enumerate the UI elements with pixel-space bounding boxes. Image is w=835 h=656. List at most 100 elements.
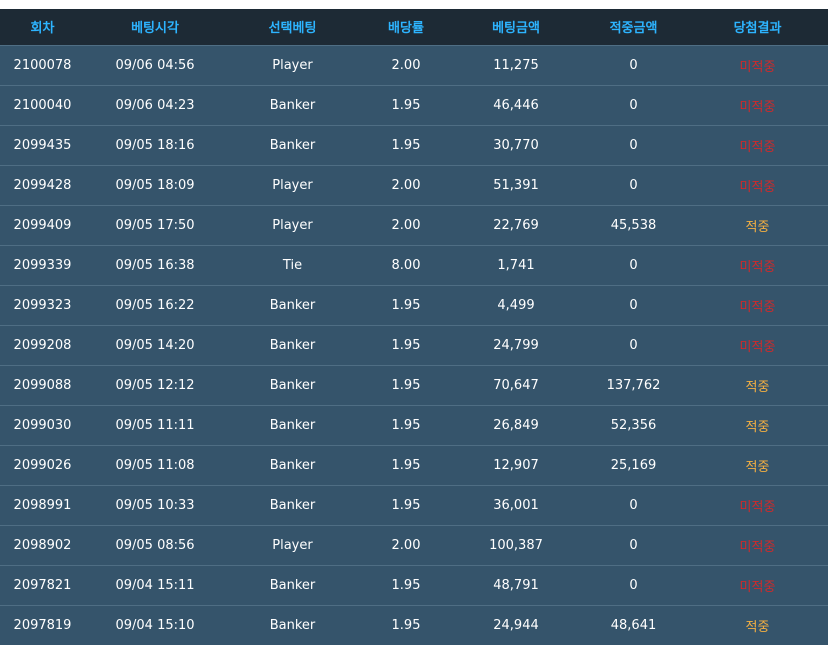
cell-bet-time: 09/05 11:08 (115, 457, 195, 473)
cell-bet-amount: 70,647 (493, 377, 539, 393)
cell-odds: 2.00 (391, 537, 421, 553)
cell-round: 2097821 (13, 577, 72, 593)
cell-result: 미적중 (739, 179, 776, 195)
table-row: 2098991 09/05 10:33 Banker 1.95 36,001 0 미적중 (0, 485, 828, 525)
cell-odds: 1.95 (391, 97, 421, 113)
cell-bet-time: 09/06 04:56 (115, 57, 195, 73)
cell-odds: 1.95 (391, 137, 421, 153)
table-row: 2099030 09/05 11:11 Banker 1.95 26,849 52,356… (0, 405, 828, 445)
cell-bet-time: 09/05 18:16 (115, 137, 195, 153)
cell-win-amount: 52,356 (610, 417, 657, 433)
cell-result: 미적중 (739, 59, 776, 75)
cell-round: 2099428 (13, 177, 72, 193)
cell-result: 적중 (745, 379, 770, 395)
cell-odds: 1.95 (391, 457, 421, 473)
cell-bet-time: 09/05 16:22 (115, 297, 195, 313)
table-row: 2100078 09/06 04:56 Player 2.00 11,275 0 미적중 (0, 45, 828, 85)
cell-round: 2099409 (13, 217, 72, 233)
cell-round: 2098902 (13, 537, 72, 553)
cell-bet-amount: 22,769 (493, 217, 539, 233)
cell-bet-amount: 36,001 (493, 497, 539, 513)
cell-selected-bet: Banker (269, 377, 316, 393)
table-body: 2100078 09/06 04:56 Player 2.00 11,275 0 미적중 21… (0, 45, 828, 645)
table-row: 2097821 09/04 15:11 Banker 1.95 48,791 0 미적중 (0, 565, 828, 605)
cell-selected-bet: Player (272, 57, 313, 73)
cell-result: 적중 (745, 219, 770, 235)
cell-win-amount: 45,538 (610, 217, 657, 233)
cell-win-amount: 0 (629, 577, 638, 593)
cell-odds: 1.95 (391, 417, 421, 433)
cell-selected-bet: Banker (269, 137, 316, 153)
cell-bet-time: 09/05 16:38 (115, 257, 195, 273)
cell-selected-bet: Player (272, 177, 313, 193)
cell-win-amount: 0 (629, 537, 638, 553)
cell-selected-bet: Banker (269, 297, 316, 313)
cell-round: 2100040 (13, 97, 72, 113)
table-row: 2098902 09/05 08:56 Player 2.00 100,387 0 미적중 (0, 525, 828, 565)
cell-bet-amount: 1,741 (497, 257, 535, 273)
cell-win-amount: 137,762 (606, 377, 661, 393)
cell-win-amount: 0 (629, 337, 638, 353)
cell-round: 2099030 (13, 417, 72, 433)
cell-result: 미적중 (739, 299, 776, 315)
cell-round: 2099339 (13, 257, 72, 273)
cell-result: 미적중 (739, 139, 776, 155)
cell-selected-bet: Banker (269, 337, 316, 353)
cell-win-amount: 0 (629, 57, 638, 73)
cell-selected-bet: Banker (269, 617, 316, 633)
cell-odds: 1.95 (391, 497, 421, 513)
cell-bet-amount: 100,387 (489, 537, 543, 553)
header-odds: 배당률 (388, 21, 424, 37)
cell-win-amount: 0 (629, 137, 638, 153)
cell-bet-time: 09/05 18:09 (115, 177, 195, 193)
cell-bet-amount: 11,275 (493, 57, 539, 73)
cell-odds: 1.95 (391, 297, 421, 313)
cell-selected-bet: Banker (269, 497, 316, 513)
header-bet-time: 베팅시각 (131, 21, 179, 37)
header-result: 당첨결과 (733, 21, 782, 37)
cell-bet-time: 09/05 14:20 (115, 337, 195, 353)
cell-win-amount: 0 (629, 257, 638, 273)
cell-win-amount: 25,169 (610, 457, 657, 473)
table-row: 2099323 09/05 16:22 Banker 1.95 4,499 0 미적중 (0, 285, 828, 325)
cell-round: 2099026 (13, 457, 72, 473)
cell-result: 적중 (745, 459, 770, 475)
cell-round: 2098991 (13, 497, 72, 513)
table-row: 2099088 09/05 12:12 Banker 1.95 70,647 137,76… (0, 365, 828, 405)
table-row: 2099409 09/05 17:50 Player 2.00 22,769 45,538… (0, 205, 828, 245)
cell-win-amount: 0 (629, 497, 638, 513)
cell-odds: 1.95 (391, 577, 421, 593)
cell-bet-time: 09/05 12:12 (115, 377, 195, 393)
header-bet-amount: 베팅금액 (492, 21, 540, 37)
cell-round: 2099435 (13, 137, 72, 153)
cell-bet-amount: 51,391 (493, 177, 539, 193)
cell-bet-time: 09/04 15:10 (115, 617, 195, 633)
cell-round: 2099208 (13, 337, 72, 353)
cell-bet-amount: 24,944 (493, 617, 539, 633)
table-header: 회차 베팅시각 선택베팅 배당률 베팅금액 적중금액 당첨결과 (0, 9, 828, 45)
cell-selected-bet: Banker (269, 97, 316, 113)
table-row: 2099339 09/05 16:38 Tie 8.00 1,741 0 미적중 (0, 245, 828, 285)
cell-bet-amount: 30,770 (493, 137, 539, 153)
table-row: 2097819 09/04 15:10 Banker 1.95 24,944 48,641… (0, 605, 828, 645)
table-row: 2099208 09/05 14:20 Banker 1.95 24,799 0 미적중 (0, 325, 828, 365)
cell-result: 미적중 (739, 99, 776, 115)
cell-bet-time: 09/05 11:11 (115, 417, 195, 433)
cell-round: 2097819 (13, 617, 72, 633)
cell-odds: 8.00 (391, 257, 421, 273)
cell-bet-amount: 26,849 (493, 417, 539, 433)
cell-selected-bet: Player (272, 537, 313, 553)
cell-selected-bet: Banker (269, 417, 316, 433)
header-round: 회차 (30, 21, 55, 37)
cell-odds: 1.95 (391, 337, 421, 353)
header-selected-bet: 선택베팅 (268, 21, 317, 37)
cell-bet-amount: 4,499 (497, 297, 535, 313)
table-row: 2100040 09/06 04:23 Banker 1.95 46,446 0 미적중 (0, 85, 828, 125)
cell-odds: 1.95 (391, 377, 421, 393)
cell-odds: 1.95 (391, 617, 421, 633)
table-row: 2099428 09/05 18:09 Player 2.00 51,391 0 미적중 (0, 165, 828, 205)
cell-bet-time: 09/05 17:50 (115, 217, 195, 233)
cell-bet-time: 09/05 10:33 (115, 497, 195, 513)
table-row: 2099026 09/05 11:08 Banker 1.95 12,907 25,169… (0, 445, 828, 485)
cell-selected-bet: Banker (269, 577, 316, 593)
